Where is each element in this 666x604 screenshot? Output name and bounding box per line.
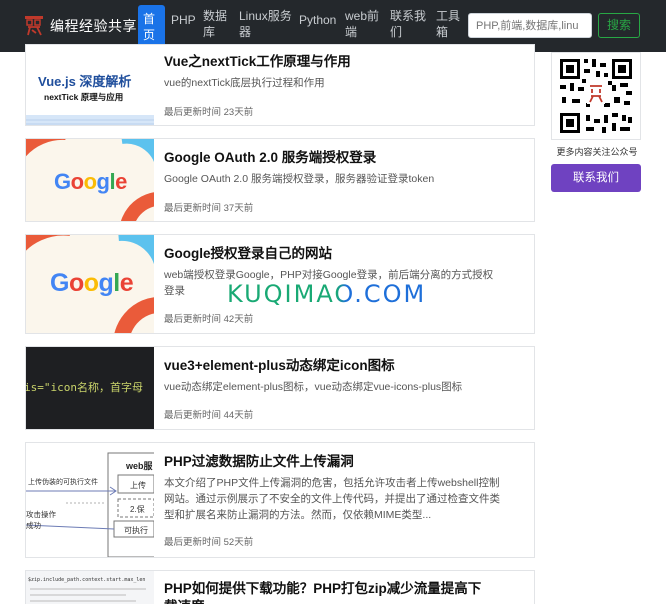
article-thumbnail[interactable]: $zip.include_path.context.start.max_len	[26, 571, 154, 604]
nav-linux-label: Linux服务 器	[239, 9, 292, 39]
thumb-code: is="icon名称，首字母	[26, 381, 143, 394]
article-updated-time: 最后更新时间 42天前	[164, 314, 254, 325]
nav-python-label: Python	[299, 13, 337, 27]
article-updated-time: 最后更新时间 44天前	[164, 410, 254, 421]
watermark-text: KUQIMAO.COM	[227, 280, 427, 308]
search-input[interactable]	[468, 13, 592, 38]
thumb-label: 攻击操作	[26, 510, 56, 519]
article-description: vue动态绑定element-plus图标，vue动态绑定vue-icons-p…	[164, 381, 463, 393]
nav-web-frontend-label: web前 端	[345, 9, 380, 39]
article-title[interactable]: Vue之nextTick工作原理与作用	[164, 53, 524, 71]
site-watermark: KUQIMAO.COM	[227, 280, 426, 308]
thumb-label: web服	[126, 461, 153, 471]
thumb-subtitle: nextTick 原理与应用	[44, 92, 124, 102]
nav-linux[interactable]: Linux服务 器	[239, 8, 292, 40]
nav-web-frontend[interactable]: web前 端	[345, 8, 379, 40]
article-description: 本文介绍了PHP文件上传漏洞的危害，包括允许攻击者上传webshell控制网站。…	[164, 477, 500, 521]
article-updated-time: 最后更新时间 52天前	[164, 537, 254, 548]
nav-php-label: PHP	[171, 13, 196, 27]
brand-logo-icon	[24, 15, 44, 37]
wechat-qr-code	[551, 52, 641, 140]
brand[interactable]: 编程经验共享	[24, 12, 137, 40]
google-logo: Google	[50, 269, 134, 297]
article-card[interactable]: Google Google OAuth 2.0 服务端授权登录 Google O…	[25, 138, 535, 222]
article-thumbnail[interactable]: web服 上传伪装的可执行文件 上传 攻击操作 成功 2.保 可执行	[26, 443, 154, 557]
thumb-label: 成功	[26, 521, 41, 530]
nav-contact[interactable]: 联系我 们	[390, 8, 426, 40]
article-thumbnail[interactable]: Google	[26, 235, 154, 333]
article-card[interactable]: web服 上传伪装的可执行文件 上传 攻击操作 成功 2.保 可执行 PHP过滤…	[25, 442, 535, 558]
nav-database[interactable]: 数据 库	[203, 8, 227, 40]
nav-tools-label: 工具 箱	[436, 9, 461, 39]
article-title[interactable]: Google OAuth 2.0 服务端授权登录	[164, 149, 524, 167]
article-thumbnail[interactable]: Google	[26, 139, 154, 221]
nav-contact-label: 联系我 们	[390, 9, 427, 39]
nav-tools[interactable]: 工具 箱	[436, 8, 460, 40]
article-card[interactable]: is="icon名称，首字母 vue3+element-plus动态绑定icon…	[25, 346, 535, 430]
article-title[interactable]: Google授权登录自己的网站	[164, 245, 524, 263]
google-logo: Google	[54, 169, 127, 194]
article-thumbnail[interactable]: Vue.js 深度解析 nextTick 原理与应用	[26, 45, 154, 125]
qr-caption: 更多内容关注公众号	[556, 147, 638, 157]
thumb-label: 上传伪装的可执行文件	[28, 479, 98, 486]
contact-us-button[interactable]: 联系我们	[551, 164, 641, 192]
article-card[interactable]: Vue.js 深度解析 nextTick 原理与应用 Vue之nextTick工…	[25, 44, 535, 126]
thumb-label: 可执行	[124, 526, 148, 535]
nav-php[interactable]: PHP	[171, 12, 196, 28]
thumb-title: Vue.js 深度解析	[38, 74, 132, 89]
article-card[interactable]: $zip.include_path.context.start.max_len …	[25, 570, 535, 604]
brand-name: 编程经验共享	[50, 18, 137, 34]
article-title[interactable]: PHP过滤数据防止文件上传漏洞	[164, 453, 524, 471]
search-button[interactable]: 搜索	[598, 13, 640, 38]
article-description: vue的nextTick底层执行过程和作用	[164, 77, 325, 89]
nav-home-label: 首 页	[143, 12, 156, 42]
nav-python[interactable]: Python	[299, 12, 336, 28]
article-title[interactable]: vue3+element-plus动态绑定icon图标	[164, 357, 524, 375]
thumb-label: 上传	[130, 481, 146, 490]
article-updated-time: 最后更新时间 23天前	[164, 107, 254, 118]
article-title[interactable]: PHP如何提供下载功能？PHP打包zip减少流量提高下载速度	[164, 580, 494, 604]
thumb-label: 2.保	[130, 505, 145, 514]
article-thumbnail[interactable]: is="icon名称，首字母	[26, 347, 154, 429]
nav-home[interactable]: 首 页	[138, 5, 165, 47]
article-description: Google OAuth 2.0 服务端授权登录，服务器验证登录token	[164, 173, 435, 185]
nav-database-label: 数据 库	[203, 9, 228, 39]
article-updated-time: 最后更新时间 37天前	[164, 203, 254, 214]
